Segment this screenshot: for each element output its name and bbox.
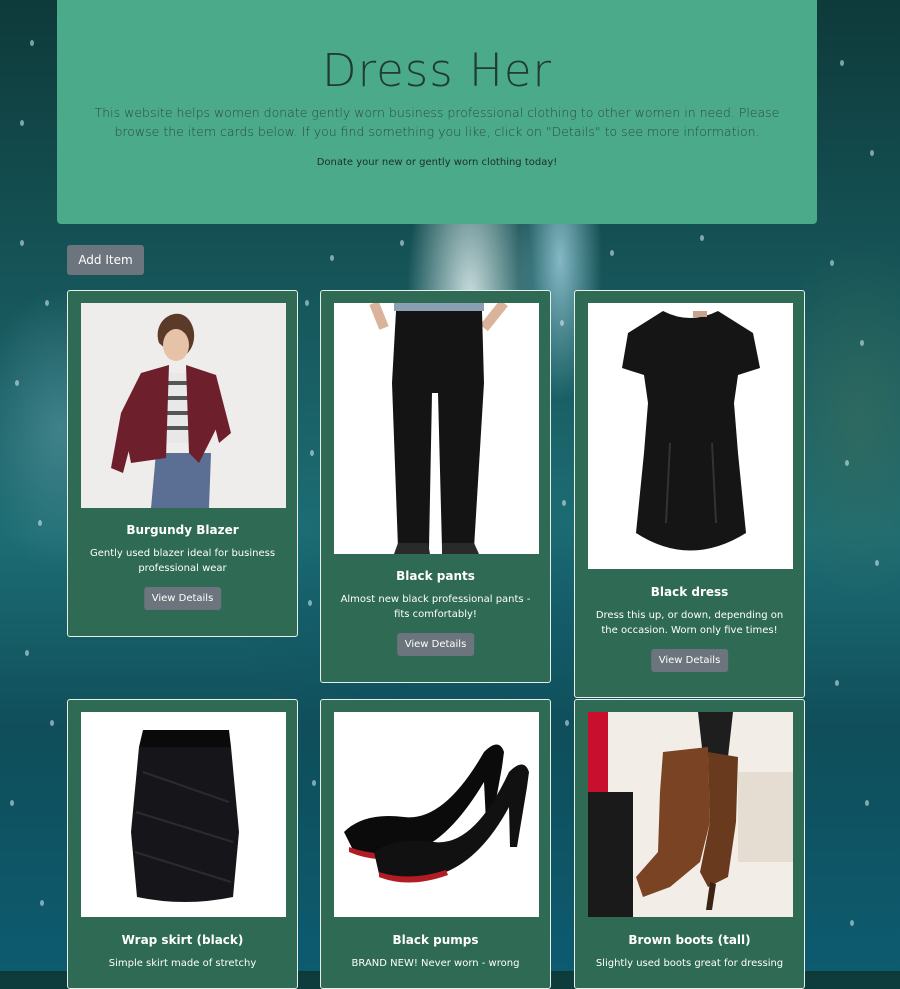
- card-title: Burgundy Blazer: [126, 523, 239, 537]
- view-details-button[interactable]: View Details: [650, 649, 729, 672]
- item-card: Brown boots (tall) Slightly used boots g…: [574, 699, 805, 989]
- card-description: Slightly used boots great for dressing: [595, 958, 784, 969]
- donate-callout: Donate your new or gently worn clothing …: [316, 157, 558, 168]
- card-title: Black pumps: [392, 933, 479, 947]
- skirt-image: [81, 712, 286, 917]
- card-title: Black pants: [396, 569, 475, 583]
- boots-image: [588, 712, 793, 917]
- card-description: Almost new black professional pants - fi…: [340, 594, 531, 620]
- card-title: Black dress: [650, 585, 729, 599]
- card-title: Brown boots (tall): [628, 933, 751, 947]
- site-title: Dress Her: [321, 44, 553, 97]
- add-item-button[interactable]: Add Item: [67, 245, 144, 275]
- card-title: Wrap skirt (black): [121, 933, 244, 947]
- card-description: Simple skirt made of stretchy: [108, 958, 257, 969]
- card-description: Dress this up, or down, depending on the…: [595, 610, 784, 636]
- blazer-image: [81, 303, 286, 508]
- item-card: Burgundy Blazer Gently used blazer ideal…: [67, 290, 298, 637]
- view-details-button[interactable]: View Details: [396, 633, 475, 656]
- item-card: Black pants Almost new black professiona…: [320, 290, 551, 683]
- hero-banner: Dress Her This website helps women donat…: [57, 0, 817, 224]
- item-card: Wrap skirt (black) Simple skirt made of …: [67, 699, 298, 989]
- card-description: Gently used blazer ideal for business pr…: [89, 548, 276, 574]
- dress-image: [588, 303, 793, 569]
- pants-image: [334, 303, 539, 554]
- view-details-button[interactable]: View Details: [143, 587, 222, 610]
- item-card: Black pumps BRAND NEW! Never worn - wron…: [320, 699, 551, 989]
- card-description: BRAND NEW! Never worn - wrong: [351, 958, 520, 969]
- site-description: This website helps women donate gently w…: [94, 105, 780, 139]
- pumps-image: [334, 712, 539, 917]
- item-card: Black dress Dress this up, or down, depe…: [574, 290, 805, 698]
